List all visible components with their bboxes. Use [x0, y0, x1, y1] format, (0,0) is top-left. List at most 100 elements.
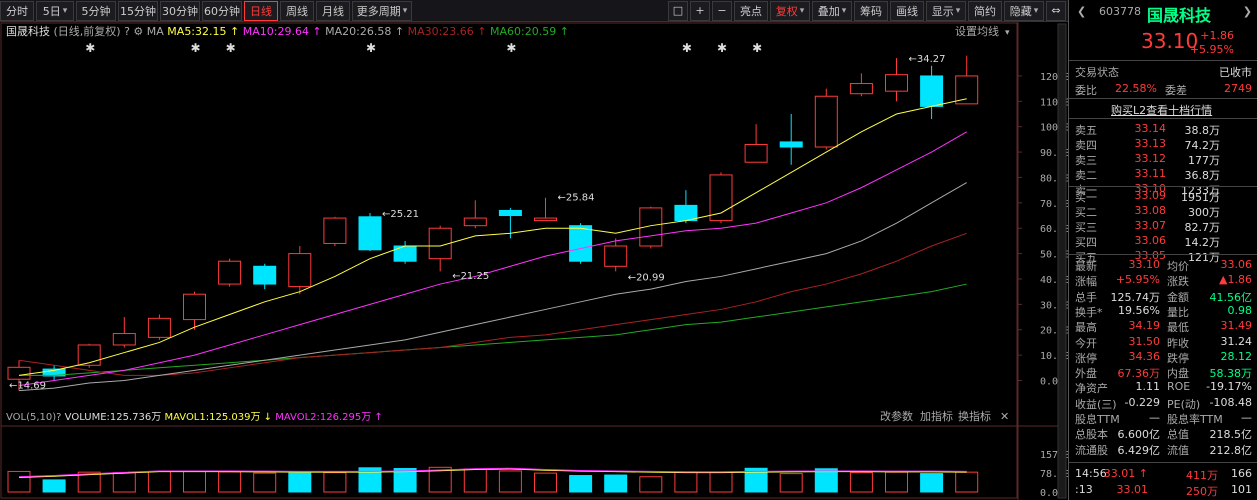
tick-vol: 411万: [1186, 469, 1218, 482]
quote-row: 最高 34.19 最低 31.49: [1069, 318, 1257, 334]
zoom-out-icon[interactable]: −: [712, 0, 732, 21]
weicha-value: 2749: [1224, 82, 1252, 95]
quote-row: 卖五 33.14 38.8万: [1069, 121, 1257, 137]
tool-10-button[interactable]: 隐藏: [1004, 0, 1044, 21]
period-toolbar: 分时5日5分钟15分钟30分钟60分钟日线周线月线更多周期 □+−亮点复权叠加筹码…: [0, 0, 1068, 22]
volume-legend-1: VOLUME:125.736万: [61, 412, 161, 423]
quote-row: 外盘 67.36万 内盘 58.38万: [1069, 364, 1257, 380]
period-4-button[interactable]: 30分钟: [160, 0, 200, 21]
price-annotation: ←20.99: [628, 272, 665, 283]
price-annotation: ←34.27: [909, 54, 946, 65]
ma20-line: [18, 182, 967, 392]
ask-price: 33.14: [1134, 122, 1167, 135]
quote-text: 交易状态: [1075, 66, 1119, 79]
event-marker-icon[interactable]: ✱: [506, 41, 516, 55]
tool-8-button[interactable]: 显示: [926, 0, 966, 21]
kline-chart-area[interactable]: 国晟科技 (日线,前复权) ? ⚙ MA MA5:32.15 ↑ MA10:29…: [0, 22, 1068, 500]
zoom-in-icon[interactable]: +: [690, 0, 710, 21]
kline-chart-svg[interactable]: 国晟科技 (日线,前复权) ? ⚙ MA MA5:32.15 ↑ MA10:29…: [0, 22, 1068, 500]
volume-bar: [779, 473, 803, 493]
stat-value: 34.19: [1128, 319, 1161, 333]
candle-body: [920, 75, 944, 107]
volume-bar: [885, 471, 908, 493]
period-8-button[interactable]: 月线: [316, 0, 350, 21]
period-3-button[interactable]: 15分钟: [118, 0, 158, 21]
tick-time: 14:56: [1075, 467, 1107, 480]
quote-row: 委比 22.58% 委差 2749: [1069, 81, 1257, 97]
volume-legend-2: MAVOL1:125.039万 ↓: [161, 412, 272, 423]
quote-row: :13 33.01 250万 101: [1069, 482, 1257, 498]
volume-bar: [463, 468, 487, 493]
volume-bar: [253, 472, 277, 493]
candle-body: [814, 95, 838, 148]
tool-9-button[interactable]: 简约: [968, 0, 1002, 21]
event-marker-icon[interactable]: ✱: [226, 41, 236, 55]
frame-icon[interactable]: □: [668, 0, 688, 21]
volume-bar: [674, 471, 698, 493]
price-annotation: ←25.21: [382, 209, 419, 220]
volume-bar: [323, 472, 347, 493]
vertical-scrollbar[interactable]: [1057, 23, 1067, 499]
modify-params-link[interactable]: 改参数: [880, 409, 913, 423]
event-marker-icon[interactable]: ✱: [682, 41, 692, 55]
quote-row: 股息TTM — 股息率TTM —: [1069, 410, 1257, 426]
period-0-button[interactable]: 分时: [0, 0, 34, 21]
quote-row: 买三 33.07 82.7万: [1069, 218, 1257, 234]
close-icon[interactable]: ✕: [1000, 410, 1009, 423]
candle-body: [955, 75, 979, 105]
stat-value: -108.48: [1209, 395, 1252, 409]
stat-value: +5.95%: [1115, 273, 1160, 287]
stat-value: 212.8亿: [1209, 443, 1253, 457]
chevron-down-icon[interactable]: ▾: [1005, 28, 1010, 38]
stat-value: 31.50: [1128, 334, 1161, 348]
add-indicator-link[interactable]: 加指标: [920, 409, 953, 423]
volume-bar: [534, 472, 557, 493]
event-marker-icon[interactable]: ✱: [717, 41, 727, 55]
ma-legend-8: MA60:20.59 ↑: [487, 25, 569, 38]
candle-body: [253, 265, 277, 285]
divider: [1069, 60, 1257, 61]
candle-body: [288, 253, 312, 288]
period-2-button[interactable]: 5分钟: [76, 0, 116, 21]
volume-bar: [604, 474, 628, 493]
event-marker-icon[interactable]: ✱: [85, 41, 95, 55]
period-7-button[interactable]: 周线: [280, 0, 314, 21]
volume-bar: [955, 471, 979, 493]
stat-value: 19.56%: [1118, 303, 1160, 317]
event-marker-icon[interactable]: ✱: [752, 41, 762, 55]
candle-body: [218, 260, 242, 285]
quote-row: 买一 33.09 1951万: [1069, 188, 1257, 204]
candle-body: [885, 74, 908, 92]
expand-icon[interactable]: ⇔: [1046, 0, 1066, 21]
divider: [1069, 186, 1257, 187]
stat-value: 1.11: [1135, 380, 1161, 394]
volume-bar: [112, 472, 136, 493]
period-9-button[interactable]: 更多周期: [352, 0, 412, 21]
swap-indicator-link[interactable]: 换指标: [958, 409, 991, 423]
ma-legend-7: MA30:23.66 ↑: [404, 25, 486, 38]
tool-6-button[interactable]: 筹码: [854, 0, 888, 21]
divider: [1069, 462, 1257, 463]
volume-legend-3: MAVOL2:126.295万 ↑: [272, 412, 383, 423]
ma-legend-1: (日线,前复权): [50, 24, 124, 38]
quote-text: 委比: [1075, 84, 1097, 97]
stat-value: —: [1149, 411, 1160, 424]
event-marker-icon[interactable]: ✱: [191, 41, 201, 55]
tool-3-button[interactable]: 亮点: [734, 0, 768, 21]
stat-value: 31.24: [1220, 334, 1253, 348]
price-change: +1.86: [1200, 29, 1234, 42]
tool-5-button[interactable]: 叠加: [812, 0, 852, 21]
period-6-button[interactable]: 日线: [244, 0, 278, 21]
price-change-pct: +5.95%: [1189, 43, 1234, 56]
tool-7-button[interactable]: 画线: [890, 0, 924, 21]
ma30-line: [18, 232, 967, 376]
event-marker-icon[interactable]: ✱: [366, 41, 376, 55]
chart-frame: [0, 22, 1018, 499]
volume-bar: [183, 470, 206, 493]
divider: [1069, 118, 1257, 119]
period-1-button[interactable]: 5日: [36, 0, 74, 21]
l2-link[interactable]: 购买L2查看十档行情: [1111, 102, 1212, 118]
ma-settings-link[interactable]: 设置均线: [955, 24, 999, 38]
tool-4-button[interactable]: 复权: [770, 0, 810, 21]
period-5-button[interactable]: 60分钟: [202, 0, 242, 21]
